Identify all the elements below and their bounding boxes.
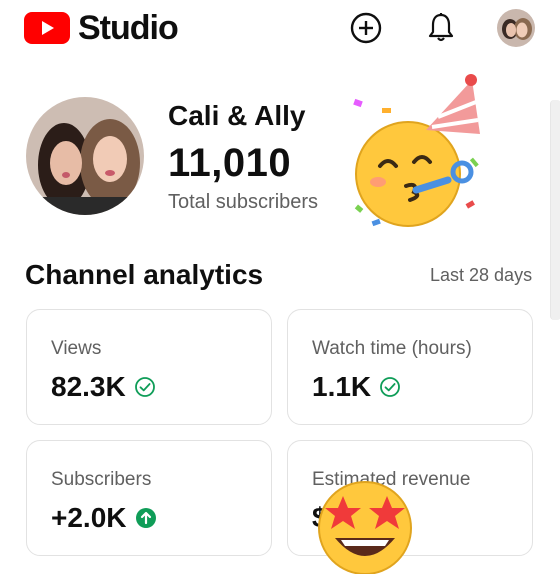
card-value-row: +2.0K (51, 502, 157, 534)
watch-time-card[interactable]: Watch time (hours) 1.1K (287, 309, 533, 425)
subscriber-count: 11,010 (168, 141, 292, 185)
card-value-row: 1.1K (312, 371, 401, 403)
channel-photo (26, 97, 144, 215)
account-avatar[interactable] (497, 9, 535, 47)
channel-name: Cali & Ally (168, 100, 306, 131)
card-value: 82.3K (51, 371, 126, 402)
card-value-row: 82.3K (51, 371, 156, 403)
section-title-channel-analytics: Channel analytics (25, 259, 264, 290)
channel-avatar[interactable] (26, 97, 144, 215)
check-circle-icon (380, 377, 401, 397)
plus-circle-icon (350, 12, 382, 44)
scrollbar[interactable] (550, 100, 560, 320)
arrow-up-circle-icon (135, 508, 156, 528)
card-label: Watch time (hours) (312, 338, 472, 359)
card-value: 1.1K (312, 371, 372, 402)
views-card[interactable]: Views 82.3K (26, 309, 272, 425)
card-label: Views (51, 338, 102, 359)
youtube-studio-logo[interactable]: Studio (24, 8, 179, 47)
app-name: Studio (78, 8, 179, 47)
star-struck-emoji-icon (318, 481, 412, 574)
avatar-photo (497, 9, 535, 47)
bell-icon (428, 13, 454, 42)
notifications-button[interactable] (423, 10, 459, 46)
subscriber-label: Total subscribers (168, 191, 319, 213)
youtube-play-icon (24, 12, 70, 44)
party-face-emoji-icon (353, 74, 480, 227)
check-circle-icon (134, 377, 155, 397)
card-label: Subscribers (51, 469, 152, 490)
analytics-period[interactable]: Last 28 days (430, 265, 532, 286)
subscribers-card[interactable]: Subscribers +2.0K (26, 440, 272, 556)
create-button[interactable] (348, 10, 384, 46)
card-value: +2.0K (51, 502, 127, 533)
